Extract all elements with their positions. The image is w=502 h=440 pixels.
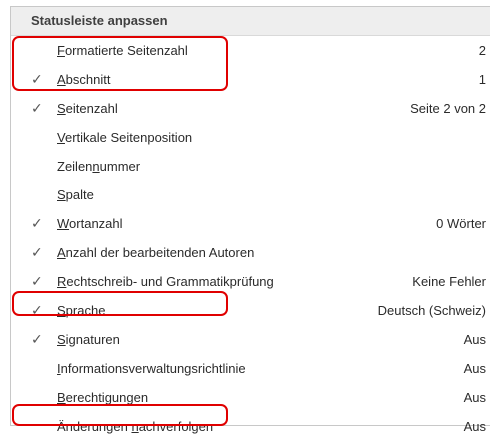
checkmark-icon: ✓ xyxy=(31,330,43,347)
menu-item-value: Seite 2 von 2 xyxy=(410,100,486,116)
menu-item-abschnitt[interactable]: ✓ Abschnitt 1 xyxy=(11,65,490,94)
menu-item-label: Abschnitt xyxy=(57,71,111,87)
menu-item-label: Formatierte Seitenzahl xyxy=(57,42,188,58)
menu-item-label: Rechtschreib- und Grammatikprüfung xyxy=(57,274,274,290)
menu-items: Formatierte Seitenzahl 2 ✓ Abschnitt 1 ✓ Seite… xyxy=(11,36,490,440)
checkmark-icon: ✓ xyxy=(31,244,43,261)
menu-item-label: Vertikale Seitenposition xyxy=(57,129,193,145)
menu-item-signaturen[interactable]: ✓ Signaturen Aus xyxy=(11,325,490,354)
menu-item-formatierte-seitenzahl[interactable]: Formatierte Seitenzahl 2 xyxy=(11,36,490,65)
menu-item-value: Aus xyxy=(463,360,486,376)
menu-item-value: Keine Fehler xyxy=(412,274,486,290)
menu-item-value: Deutsch (Schweiz) xyxy=(377,302,486,318)
menu-item-label: Zeilennummer xyxy=(57,158,141,174)
checkmark-icon: ✓ xyxy=(31,215,43,232)
status-bar-context-menu: Statusleiste anpassen Formatierte Seiten… xyxy=(10,6,490,434)
menu-item-sprache[interactable]: ✓ Sprache Deutsch (Schweiz) xyxy=(11,296,490,325)
menu-item-value: 1 xyxy=(478,71,486,87)
checkmark-icon: ✓ xyxy=(31,99,43,116)
menu-item-value: Aus xyxy=(463,418,486,434)
menu-item-informationsverwaltungsrichtlinie[interactable]: Informationsverwaltungsrichtlinie Aus xyxy=(11,354,490,383)
menu-item-seitenzahl[interactable]: ✓ Seitenzahl Seite 2 von 2 xyxy=(11,94,490,123)
menu-item-value: Aus xyxy=(463,389,486,405)
menu-item-anzahl-der-bearbeitenden-autoren[interactable]: ✓ Anzahl der bearbeitenden Autoren xyxy=(11,238,490,267)
menu-item-spalte[interactable]: Spalte xyxy=(11,180,490,209)
menu-title: Statusleiste anpassen xyxy=(11,7,490,36)
menu-item-label: Anzahl der bearbeitenden Autoren xyxy=(57,245,255,261)
menu-item-value: 0 Wörter xyxy=(436,216,486,232)
menu-item-rechtschreib-und-grammatikprufung[interactable]: ✓ Rechtschreib- und Grammatikprüfung Keine… xyxy=(11,267,490,296)
menu-item-label: Spalte xyxy=(57,187,94,203)
menu-item-label: Signaturen xyxy=(57,331,120,347)
checkmark-icon: ✓ xyxy=(31,273,43,290)
menu-item-berechtigungen[interactable]: Berechtigungen Aus xyxy=(11,383,490,412)
menu-item-label: Seitenzahl xyxy=(57,100,118,116)
menu-item-vertikale-seitenposition[interactable]: Vertikale Seitenposition xyxy=(11,123,490,152)
menu-item-label: Änderungen nachverfolgen xyxy=(57,418,214,434)
menu-item-label: Wortanzahl xyxy=(57,216,123,232)
menu-item-label: Berechtigungen xyxy=(57,389,149,405)
menu-item-anderungen-nachverfolgen[interactable]: Änderungen nachverfolgen Aus xyxy=(11,412,490,440)
checkmark-icon: ✓ xyxy=(31,70,43,87)
checkmark-icon: ✓ xyxy=(31,301,43,318)
menu-item-zeilennummer[interactable]: Zeilennummer xyxy=(11,152,490,181)
menu-item-wortanzahl[interactable]: ✓ Wortanzahl 0 Wörter xyxy=(11,209,490,238)
menu-item-value: 2 xyxy=(478,42,486,58)
menu-item-label: Sprache xyxy=(57,302,106,318)
menu-item-label: Informationsverwaltungsrichtlinie xyxy=(57,360,246,376)
menu-item-value: Aus xyxy=(463,331,486,347)
